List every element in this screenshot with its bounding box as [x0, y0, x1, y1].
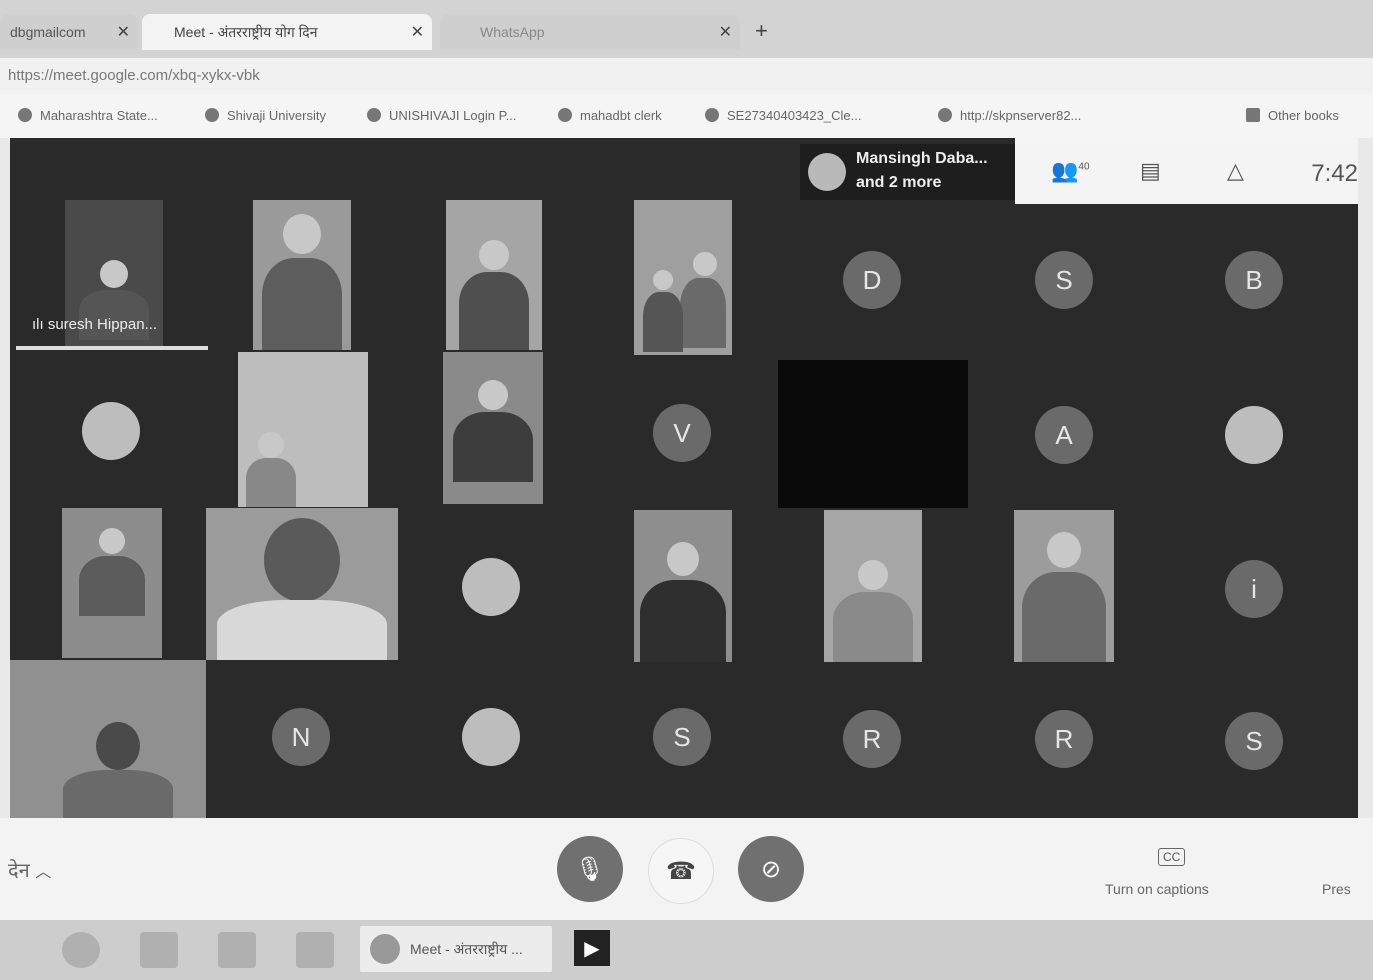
- chrome-icon: [370, 934, 400, 964]
- video-tile[interactable]: [446, 200, 542, 350]
- tab-strip: dbgmailcom ✕ Meet - अंतरराष्ट्रीय योग दि…: [0, 0, 1373, 58]
- globe-icon: [938, 108, 952, 122]
- bookmark-item[interactable]: UNISHIVAJI Login P...: [367, 108, 516, 123]
- tab-label: dbgmailcom: [10, 24, 86, 40]
- url-text[interactable]: https://meet.google.com/xbq-xykx-vbk: [8, 67, 260, 84]
- taskbar-app-icon[interactable]: [296, 932, 334, 968]
- active-speaker-label: ılı suresh Hippan...: [32, 316, 158, 333]
- captions-icon[interactable]: CC: [1158, 848, 1186, 866]
- folder-icon: [1246, 108, 1260, 122]
- close-icon[interactable]: ✕: [411, 22, 424, 42]
- video-tile-dark[interactable]: [778, 360, 968, 508]
- avatar: [808, 153, 846, 191]
- video-tile[interactable]: [1014, 510, 1114, 662]
- participant-avatar[interactable]: R: [843, 710, 901, 768]
- close-icon[interactable]: ✕: [117, 22, 130, 42]
- participant-avatar[interactable]: A: [1035, 406, 1093, 464]
- participant-photo-avatar[interactable]: [462, 708, 520, 766]
- camera-off-button[interactable]: ⊘: [738, 836, 804, 902]
- video-tile[interactable]: [634, 200, 732, 355]
- speaking-indicator: [16, 346, 208, 350]
- meeting-title[interactable]: देन ︿: [8, 856, 51, 883]
- leave-call-button[interactable]: ☎: [648, 838, 714, 904]
- participant-avatar[interactable]: N: [272, 708, 330, 766]
- video-tile[interactable]: [253, 200, 351, 350]
- participant-avatar[interactable]: i: [1225, 560, 1283, 618]
- turn-on-captions-button[interactable]: Turn on captions: [1105, 881, 1209, 897]
- address-bar[interactable]: https://meet.google.com/xbq-xykx-vbk: [0, 58, 1373, 94]
- chevron-up-icon: ︿: [35, 864, 52, 881]
- participant-avatar[interactable]: V: [653, 404, 711, 462]
- new-tab-button[interactable]: +: [755, 18, 768, 44]
- participant-photo-avatar[interactable]: [462, 558, 520, 616]
- close-icon[interactable]: ✕: [719, 22, 732, 42]
- globe-icon: [18, 108, 32, 122]
- video-tile[interactable]: [238, 352, 368, 507]
- meet-grid: ılı suresh Hippan... D S B V A i N S R R…: [10, 138, 1358, 818]
- mail-icon: [558, 108, 572, 122]
- people-icon[interactable]: 👥40: [1051, 158, 1090, 184]
- globe-icon: [367, 108, 381, 122]
- participant-avatar[interactable]: D: [843, 251, 901, 309]
- presenter-name: Mansingh Daba...: [856, 150, 988, 167]
- taskbar-meet-window[interactable]: Meet - अंतरराष्ट्रीय ...: [360, 926, 552, 972]
- participant-avatar[interactable]: S: [1225, 712, 1283, 770]
- bookmark-item[interactable]: http://skpnserver82...: [938, 108, 1081, 123]
- participant-avatar[interactable]: S: [1035, 251, 1093, 309]
- camera-off-icon: ⊘: [760, 855, 782, 883]
- video-tile[interactable]: [443, 352, 543, 504]
- folder-icon[interactable]: [218, 932, 256, 968]
- bookmark-item[interactable]: Shivaji University: [205, 108, 326, 123]
- chat-icon[interactable]: ▤: [1140, 158, 1161, 184]
- taskbar-app-icon[interactable]: [140, 932, 178, 968]
- phone-hangup-icon: ☎: [666, 857, 696, 885]
- participant-avatar[interactable]: S: [653, 708, 711, 766]
- meet-top-bar: 👥40 ▤ △ 7:42: [1015, 138, 1358, 204]
- tab-whatsapp[interactable]: WhatsApp ✕: [440, 14, 740, 50]
- bookmarks-bar: Maharashtra State... Shivaji University …: [0, 94, 1373, 138]
- google-icon: [705, 108, 719, 122]
- mic-off-icon: 🎙: [574, 855, 606, 883]
- video-tile[interactable]: [10, 660, 206, 818]
- presenter-more: and 2 more: [856, 174, 942, 191]
- participant-avatar[interactable]: R: [1035, 710, 1093, 768]
- video-tile[interactable]: [634, 510, 732, 662]
- participant-photo-avatar[interactable]: [82, 402, 140, 460]
- tab-meet[interactable]: Meet - अंतरराष्ट्रीय योग दिन ✕: [142, 14, 432, 50]
- video-tile[interactable]: [206, 508, 398, 660]
- globe-icon: [205, 108, 219, 122]
- participant-avatar[interactable]: B: [1225, 251, 1283, 309]
- meeting-clock: 7:42: [1311, 160, 1358, 187]
- participant-photo-avatar[interactable]: [1225, 406, 1283, 464]
- video-tile[interactable]: [62, 508, 162, 658]
- bookmark-item[interactable]: SE27340403423_Cle...: [705, 108, 861, 123]
- bookmark-item[interactable]: mahadbt clerk: [558, 108, 662, 123]
- media-player-icon[interactable]: ▶: [574, 930, 610, 966]
- activities-icon[interactable]: △: [1227, 158, 1244, 184]
- bookmark-folder[interactable]: Other books: [1246, 108, 1339, 123]
- meet-controls: देन ︿ 🎙 ☎ ⊘ CC Turn on captions Pres: [0, 818, 1373, 920]
- tab-label: Meet - अंतरराष्ट्रीय योग दिन: [174, 23, 318, 40]
- bookmark-item[interactable]: Maharashtra State...: [18, 108, 158, 123]
- taskbar: Meet - अंतरराष्ट्रीय ... ▶: [0, 920, 1373, 980]
- start-icon[interactable]: [62, 932, 100, 968]
- video-tile[interactable]: [824, 510, 922, 662]
- presenter-chip[interactable]: Mansingh Daba... and 2 more: [800, 144, 1015, 200]
- mic-off-button[interactable]: 🎙: [557, 836, 623, 902]
- present-now-button[interactable]: Pres: [1322, 881, 1351, 897]
- tab-gmail[interactable]: dbgmailcom ✕: [0, 14, 138, 50]
- tab-label: WhatsApp: [480, 24, 545, 40]
